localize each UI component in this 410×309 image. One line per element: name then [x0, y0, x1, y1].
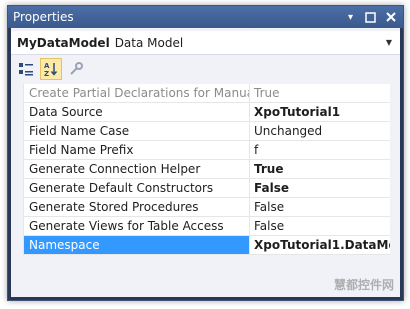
dropdown-icon[interactable]: ▾: [343, 10, 358, 25]
description-pane: 慧都控件网: [11, 255, 400, 297]
svg-text:A: A: [44, 62, 50, 70]
property-name: Generate Connection Helper: [23, 160, 250, 178]
chevron-down-icon[interactable]: ▼: [382, 36, 396, 50]
property-row[interactable]: Generate Default Constructors False: [23, 179, 390, 198]
property-row[interactable]: Data Source XpoTutorial1: [23, 103, 390, 122]
property-value[interactable]: False: [250, 198, 390, 216]
property-row-selected[interactable]: Namespace XpoTutorial1.DataModel: [23, 236, 390, 255]
wrench-icon[interactable]: [65, 58, 87, 80]
property-name: Field Name Prefix: [23, 141, 250, 159]
property-row[interactable]: Field Name Prefix f: [23, 141, 390, 160]
property-name: Generate Default Constructors: [23, 179, 250, 197]
property-name: Namespace: [23, 236, 250, 254]
properties-window: Properties ▾ MyDataModel Data Model ▼ A …: [7, 5, 404, 301]
property-row[interactable]: Generate Connection Helper True: [23, 160, 390, 179]
window-title: Properties: [13, 10, 74, 24]
close-icon[interactable]: [383, 10, 398, 25]
object-type: Data Model: [114, 35, 184, 50]
property-value[interactable]: XpoTutorial1: [250, 103, 390, 121]
property-name: Generate Stored Procedures: [23, 198, 250, 216]
property-name: Data Source: [23, 103, 250, 121]
property-row[interactable]: Generate Stored Procedures False: [23, 198, 390, 217]
property-row[interactable]: Field Name Case Unchanged: [23, 122, 390, 141]
property-name: Field Name Case: [23, 122, 250, 140]
property-grid: Create Partial Declarations for Manual E…: [23, 84, 390, 274]
property-value[interactable]: True: [250, 84, 390, 102]
title-bar[interactable]: Properties ▾: [8, 6, 403, 28]
properties-toolbar: A Z: [11, 55, 400, 83]
pin-icon[interactable]: [363, 10, 378, 25]
properties-client-area: MyDataModel Data Model ▼ A Z Create Part…: [11, 28, 400, 297]
property-row[interactable]: Generate Views for Table Access False: [23, 217, 390, 236]
property-value[interactable]: False: [250, 217, 390, 235]
property-value[interactable]: True: [250, 160, 390, 178]
alphabetical-icon[interactable]: A Z: [40, 58, 62, 80]
property-name: Create Partial Declarations for Manual E…: [23, 84, 250, 102]
property-row[interactable]: Create Partial Declarations for Manual E…: [23, 84, 390, 103]
svg-text:Z: Z: [44, 70, 49, 77]
property-value[interactable]: False: [250, 179, 390, 197]
categorized-icon[interactable]: [15, 58, 37, 80]
object-selector[interactable]: MyDataModel Data Model ▼: [11, 31, 400, 55]
property-value[interactable]: f: [250, 141, 390, 159]
property-name: Generate Views for Table Access: [23, 217, 250, 235]
object-name: MyDataModel: [17, 35, 110, 50]
property-value[interactable]: Unchanged: [250, 122, 390, 140]
property-value[interactable]: XpoTutorial1.DataModel: [250, 236, 390, 254]
watermark: 慧都控件网: [333, 278, 394, 292]
